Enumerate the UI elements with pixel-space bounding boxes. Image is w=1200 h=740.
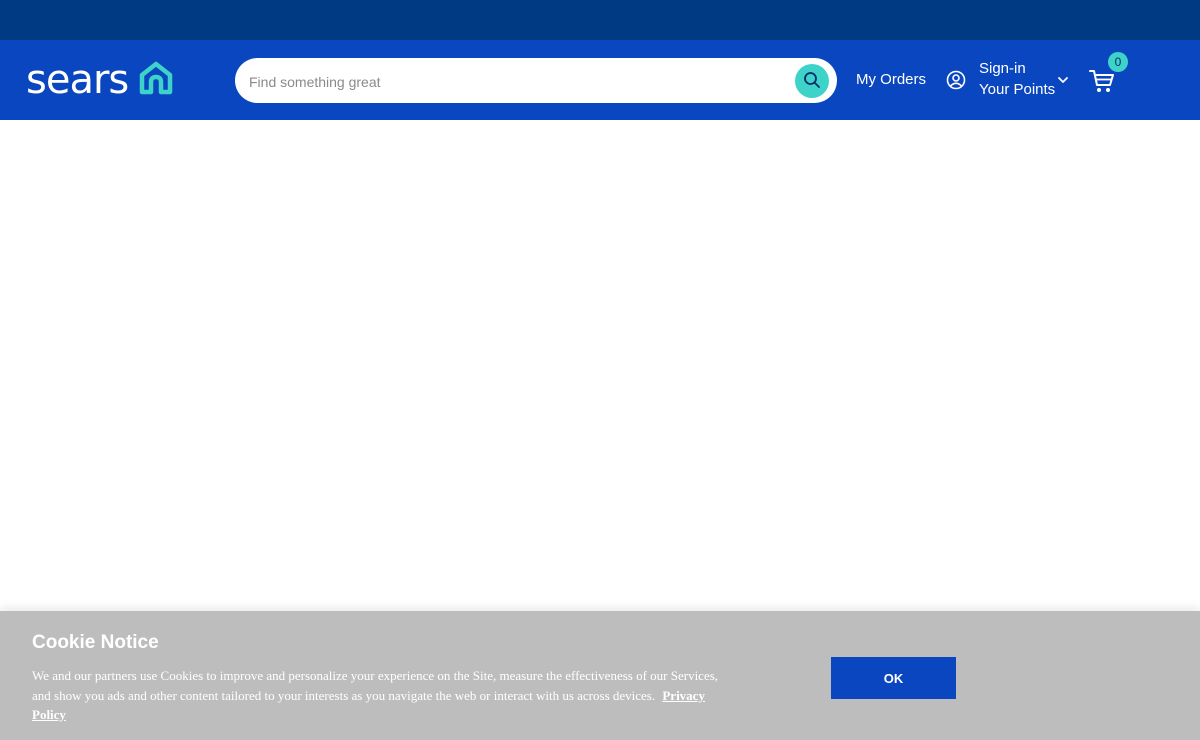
- search-button[interactable]: [795, 64, 829, 98]
- top-bar: [0, 0, 1200, 40]
- cookie-notice-text: We and our partners use Cookies to impro…: [32, 666, 722, 725]
- my-orders-link[interactable]: My Orders: [856, 71, 926, 89]
- cookie-notice-banner: Cookie Notice We and our partners use Co…: [0, 611, 1200, 740]
- search-bar: [235, 58, 837, 105]
- cookie-notice-title: Cookie Notice: [32, 632, 159, 653]
- logo-text: sears: [26, 57, 129, 103]
- cookie-ok-button[interactable]: OK: [831, 657, 956, 699]
- account-menu[interactable]: Sign-in Your Points: [946, 60, 1072, 100]
- site-header: sears My Orders Sign-in: [0, 40, 1200, 120]
- cookie-notice-body: We and our partners use Cookies to impro…: [32, 668, 719, 703]
- cart-icon: [1088, 70, 1116, 98]
- cart-button[interactable]: [1088, 68, 1116, 94]
- sears-logo[interactable]: sears: [26, 60, 176, 100]
- cart-count-badge: 0: [1108, 52, 1128, 72]
- sign-in-label: Sign-in: [979, 60, 1026, 77]
- search-input[interactable]: [247, 58, 791, 105]
- home-icon: [130, 58, 176, 103]
- search-icon: [803, 71, 821, 92]
- your-points-label: Your Points: [979, 81, 1056, 98]
